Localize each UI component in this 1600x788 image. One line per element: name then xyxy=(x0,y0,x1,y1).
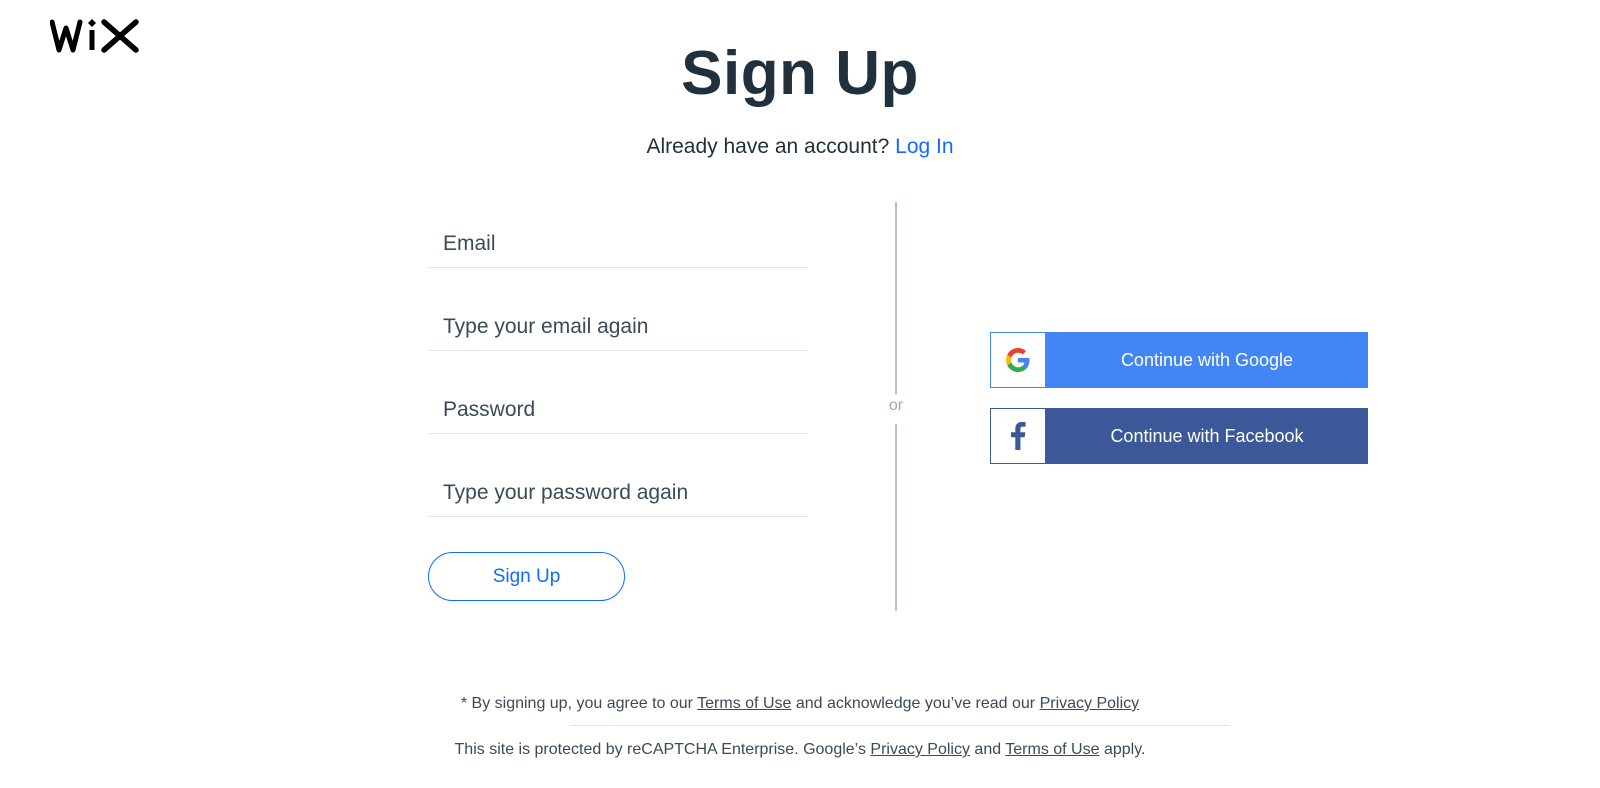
password-confirm-field-container xyxy=(429,455,808,517)
continue-with-google-button[interactable]: Continue with Google xyxy=(990,332,1368,388)
email-confirm-input[interactable] xyxy=(443,312,798,342)
password-confirm-input[interactable] xyxy=(443,478,798,508)
terms-middle-text: and acknowledge you’ve read our xyxy=(791,695,1040,712)
email-confirm-field-container xyxy=(429,289,808,351)
facebook-button-label: Continue with Facebook xyxy=(1110,425,1304,446)
page-title: Sign Up xyxy=(681,39,919,108)
facebook-icon xyxy=(1011,422,1026,450)
google-icon-box xyxy=(990,332,1046,388)
login-link[interactable]: Log In xyxy=(895,135,953,158)
recaptcha-prefix-text: This site is protected by reCAPTCHA Ente… xyxy=(454,741,871,758)
footer-separator xyxy=(570,725,1230,726)
login-prompt-text: Already have an account? xyxy=(646,135,890,158)
login-prompt: Already have an account? Log In xyxy=(0,133,1600,161)
facebook-icon-box xyxy=(990,408,1046,464)
google-button-label: Continue with Google xyxy=(1120,349,1294,370)
email-input[interactable] xyxy=(443,229,798,259)
google-privacy-policy-link[interactable]: Privacy Policy xyxy=(870,741,970,758)
email-field-container xyxy=(429,206,808,268)
recaptcha-notice: This site is protected by reCAPTCHA Ente… xyxy=(0,739,1600,761)
google-icon xyxy=(1006,348,1030,372)
divider-line-top xyxy=(895,202,897,394)
continue-with-facebook-button[interactable]: Continue with Facebook xyxy=(990,408,1368,464)
or-divider-text: or xyxy=(888,397,904,414)
recaptcha-suffix-text: apply. xyxy=(1099,741,1146,758)
password-field-container xyxy=(429,372,808,434)
terms-of-use-link[interactable]: Terms of Use xyxy=(697,695,791,712)
sign-up-button[interactable]: Sign Up xyxy=(428,552,625,601)
terms-notice: * By signing up, you agree to our Terms … xyxy=(0,693,1600,715)
signup-page: Sign Up Already have an account? Log In … xyxy=(0,0,1600,788)
privacy-policy-link[interactable]: Privacy Policy xyxy=(1040,695,1140,712)
google-terms-of-use-link[interactable]: Terms of Use xyxy=(1005,741,1099,758)
terms-prefix-text: * By signing up, you agree to our xyxy=(460,695,698,712)
password-input[interactable] xyxy=(443,395,798,425)
divider-line-bottom xyxy=(895,424,897,611)
recaptcha-and-text: and xyxy=(969,741,1006,758)
